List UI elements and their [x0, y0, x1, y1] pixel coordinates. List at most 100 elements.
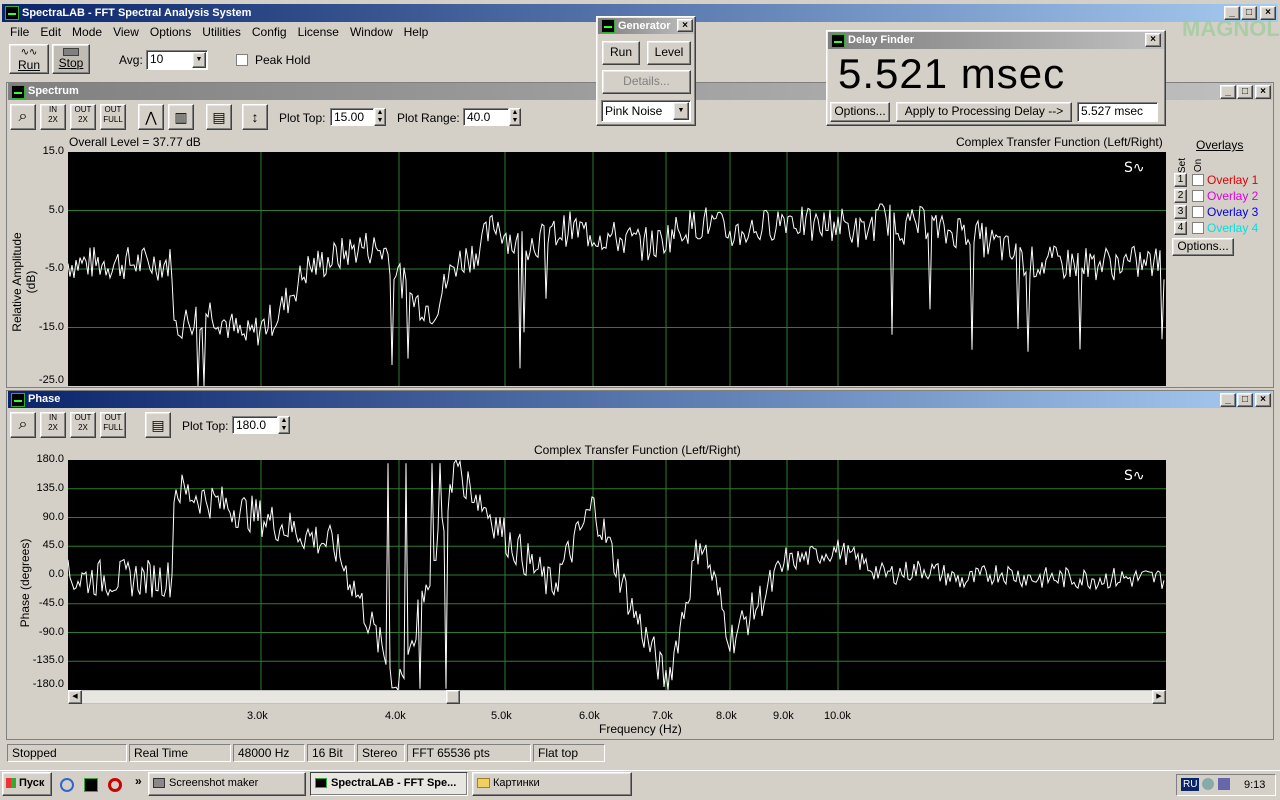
menu-item-file[interactable]: File: [10, 25, 29, 39]
phase-signal-mode-icon[interactable]: S∿: [1124, 468, 1145, 484]
phase-xtick: 8.0k: [716, 710, 737, 722]
taskbar-item-screenshot-maker[interactable]: Screenshot maker: [148, 772, 306, 796]
windows-logo-icon: [6, 778, 16, 788]
scroll-left-button[interactable]: ◀: [68, 690, 82, 704]
spectralab-task-icon: [315, 778, 327, 788]
phase-ytick: -45.0: [38, 596, 64, 609]
menu-item-utilities[interactable]: Utilities: [202, 25, 241, 39]
start-button[interactable]: Пуск: [2, 772, 52, 796]
menu-item-license[interactable]: License: [298, 25, 339, 39]
delay-finder-close-button[interactable]: ×: [1145, 33, 1161, 47]
spectrum-series-line: [68, 203, 1165, 386]
peak-hold-checkbox[interactable]: [236, 54, 248, 66]
properties-icon[interactable]: ▤: [206, 104, 232, 130]
phase-plot-top-label: Plot Top:: [182, 419, 229, 433]
stop-button[interactable]: Stop: [52, 44, 90, 74]
stop-icon: [63, 48, 79, 56]
menu-item-help[interactable]: Help: [404, 25, 429, 39]
phase-plot-top-input[interactable]: 180.0: [232, 416, 278, 434]
scroll-thumb[interactable]: [446, 690, 460, 704]
delay-options-button[interactable]: Options...: [830, 102, 890, 122]
quicklaunch-opera-icon[interactable]: [108, 778, 122, 792]
phase-zoom-out-2x-icon[interactable]: OUT 2X: [70, 412, 96, 438]
menu-item-mode[interactable]: Mode: [72, 25, 102, 39]
plot-top-input[interactable]: 15.00: [330, 108, 374, 126]
overlay-set-button-4[interactable]: 4: [1174, 221, 1187, 235]
overlay-label-3: Overlay 3: [1207, 205, 1259, 219]
scale-icon[interactable]: ↕: [242, 104, 268, 130]
phase-zoom-in-2x-icon[interactable]: IN 2X: [40, 412, 66, 438]
menu-item-edit[interactable]: Edit: [40, 25, 61, 39]
phase-xtick: 3.0k: [247, 710, 268, 722]
spectrum-minimize-button[interactable]: _: [1220, 85, 1236, 99]
generator-close-button[interactable]: ×: [677, 19, 693, 32]
zoom-out-2x-icon[interactable]: OUT 2X: [70, 104, 96, 130]
menu-item-view[interactable]: View: [113, 25, 139, 39]
spectrum-close-button[interactable]: ×: [1255, 85, 1271, 99]
plot-top-spinner[interactable]: ▲ ▼: [374, 108, 386, 126]
delay-finder-icon: [831, 34, 845, 48]
overlay-set-button-1[interactable]: 1: [1174, 173, 1187, 187]
quicklaunch-expand-icon[interactable]: »: [135, 774, 142, 788]
phase-xtick: 9.0k: [773, 710, 794, 722]
plot-range-input[interactable]: 40.0: [463, 108, 509, 126]
zoom-in-2x-icon[interactable]: IN 2X: [40, 104, 66, 130]
overlay-set-button-3[interactable]: 3: [1174, 205, 1187, 219]
language-indicator[interactable]: RU: [1181, 778, 1200, 791]
phase-maximize-button[interactable]: □: [1237, 393, 1253, 407]
overlays-options-button[interactable]: Options...: [1172, 238, 1234, 256]
phase-plot-top-spinner[interactable]: ▲ ▼: [278, 416, 290, 434]
generator-title: Generator: [618, 20, 671, 32]
spectrum-plot[interactable]: S∿: [68, 152, 1166, 386]
overlay-label-4: Overlay 4: [1207, 221, 1259, 235]
avg-label: Avg:: [119, 53, 143, 67]
overlay-set-button-2[interactable]: 2: [1174, 189, 1187, 203]
overlay-checkbox-4[interactable]: [1192, 222, 1204, 234]
run-button[interactable]: ∿∿ Run: [9, 44, 49, 74]
signal-mode-icon[interactable]: S∿: [1124, 160, 1145, 176]
generator-icon: [601, 19, 615, 33]
spectrum-maximize-button[interactable]: □: [1237, 85, 1253, 99]
menu-item-window[interactable]: Window: [350, 25, 393, 39]
scroll-right-button[interactable]: ▶: [1152, 690, 1166, 704]
phase-minimize-button[interactable]: _: [1220, 393, 1236, 407]
horizontal-scrollbar[interactable]: [68, 690, 1166, 704]
overlay-checkbox-3[interactable]: [1192, 206, 1204, 218]
phase-ytick: -90.0: [38, 625, 64, 638]
line-mode-icon[interactable]: ⋀: [138, 104, 164, 130]
bar-mode-icon[interactable]: ▥: [168, 104, 194, 130]
signal-chevron-down-icon[interactable]: ▼: [673, 102, 689, 120]
phase-close-button[interactable]: ×: [1255, 393, 1271, 407]
taskbar-item-label: SpectraLAB - FFT Spe...: [331, 777, 457, 789]
plot-range-spinner[interactable]: ▲ ▼: [509, 108, 521, 126]
chevron-down-icon[interactable]: ▼: [192, 52, 206, 68]
stop-label: Stop: [58, 56, 84, 70]
delay-finder-title: Delay Finder: [848, 34, 915, 46]
generator-run-button[interactable]: Run: [602, 41, 640, 65]
phase-xtick: 5.0k: [491, 710, 512, 722]
overlay-checkbox-1[interactable]: [1192, 174, 1204, 186]
status-field-4: Stereo: [357, 744, 405, 762]
start-label: Пуск: [19, 777, 45, 789]
delay-result-field: 5.527 msec: [1077, 102, 1158, 122]
taskbar-item-pictures[interactable]: Картинки: [472, 772, 632, 796]
zoom-out-full-icon[interactable]: OUT FULL: [100, 104, 126, 130]
phase-zoom-icon[interactable]: ⌕: [10, 412, 36, 438]
phase-zoom-out-full-icon[interactable]: OUT FULL: [100, 412, 126, 438]
overlay-checkbox-2[interactable]: [1192, 190, 1204, 202]
clock: 9:13: [1244, 779, 1266, 791]
apply-delay-button[interactable]: Apply to Processing Delay -->: [896, 102, 1072, 122]
phase-properties-icon[interactable]: ▤: [145, 412, 171, 438]
generator-details-button[interactable]: Details...: [602, 70, 691, 94]
tray-network-icon[interactable]: [1218, 778, 1230, 790]
screenshot-maker-icon: [153, 778, 165, 788]
phase-plot[interactable]: S∿: [68, 460, 1166, 690]
generator-level-button[interactable]: Level: [647, 41, 691, 65]
taskbar-item-spectralab[interactable]: SpectraLAB - FFT Spe...: [310, 772, 468, 796]
quicklaunch-ie-icon[interactable]: [60, 778, 74, 792]
tray-speaker-icon[interactable]: [1202, 778, 1214, 790]
zoom-icon[interactable]: ⌕: [10, 104, 36, 130]
menu-item-config[interactable]: Config: [252, 25, 287, 39]
quicklaunch-spectralab-icon[interactable]: [84, 778, 98, 792]
menu-item-options[interactable]: Options: [150, 25, 191, 39]
